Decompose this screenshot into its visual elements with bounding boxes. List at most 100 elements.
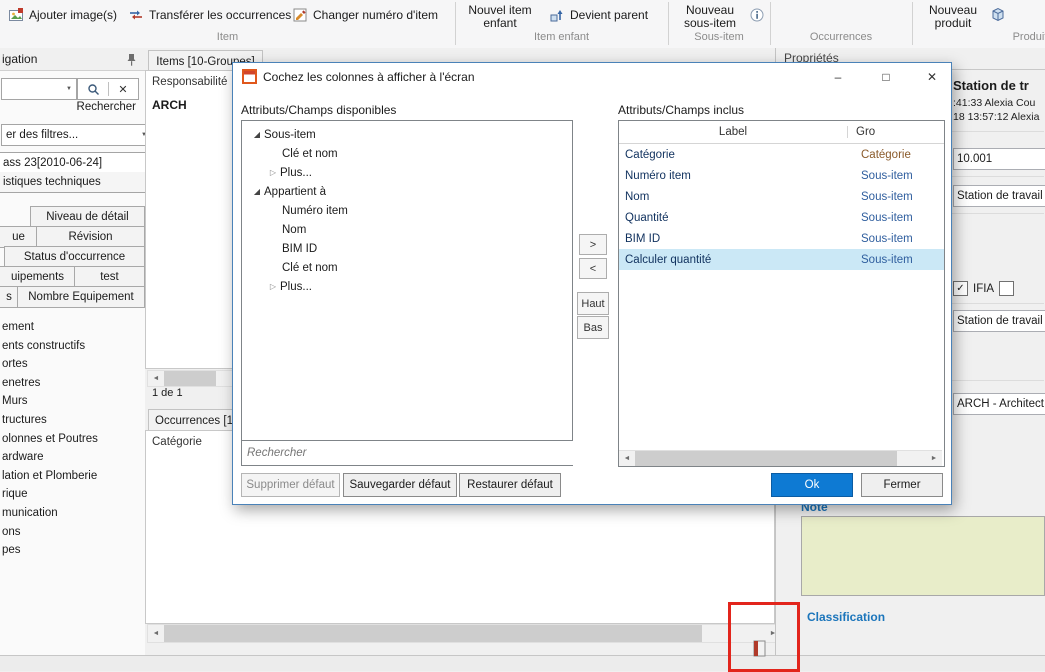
tab-test[interactable]: test (74, 266, 145, 288)
product-icon[interactable] (990, 6, 1006, 22)
note-textarea[interactable] (801, 516, 1045, 596)
category-item[interactable]: rique (0, 485, 143, 504)
scrollbar-thumb[interactable] (164, 371, 216, 386)
tree-node-cle-et-nom-2[interactable]: Clé et nom (242, 258, 572, 277)
category-item[interactable]: ents constructifs (0, 337, 143, 356)
maximize-icon[interactable]: □ (873, 68, 899, 86)
tab-occurrences[interactable]: Occurrences [1 (148, 409, 240, 431)
category-item[interactable]: ons (0, 523, 143, 542)
category-item[interactable]: pes (0, 541, 143, 560)
unchecked-checkbox[interactable] (999, 281, 1014, 296)
checked-checkbox[interactable]: ✓ (953, 281, 968, 296)
column-header-categorie[interactable]: Catégorie (152, 436, 202, 448)
new-product-button[interactable]: Nouveau produit (920, 2, 986, 32)
close-icon[interactable]: ✕ (919, 68, 945, 86)
toolbar-separator (912, 2, 913, 45)
dialog-titlebar[interactable]: Cochez les colonnes à afficher à l'écran… (233, 63, 949, 90)
category-item[interactable]: lation et Plomberie (0, 467, 143, 486)
tree-expanded-icon[interactable]: ◢ (250, 187, 264, 196)
restore-default-button[interactable]: Restaurer défaut (459, 473, 561, 497)
tab-nombre-equipement[interactable]: Nombre Equipement (17, 286, 145, 308)
category-item[interactable]: enetres (0, 374, 143, 393)
column-header-responsabilite[interactable]: Responsabilité (152, 76, 227, 88)
included-row-bim-id[interactable]: BIM ID Sous-item (619, 228, 944, 249)
tab-equipements[interactable]: uipements (0, 266, 76, 288)
tree-node-bim-id[interactable]: BIM ID (242, 239, 572, 258)
included-row-categorie[interactable]: Catégorie Catégorie (619, 144, 944, 165)
tree-node-sous-item[interactable]: ◢ Sous-item (242, 125, 572, 144)
add-images-button[interactable]: Ajouter image(s) (4, 3, 121, 27)
included-row-calculer-quantite-selected[interactable]: Calculer quantité Sous-item (619, 249, 944, 270)
category-item[interactable]: olonnes et Poutres (0, 430, 143, 449)
tab-status-occurrence[interactable]: Status d'occurrence (4, 246, 145, 268)
chevron-down-icon: ▼ (66, 86, 72, 92)
tree-collapsed-icon[interactable]: ▷ (266, 168, 280, 177)
category-item[interactable]: ardware (0, 448, 143, 467)
tree-node-cle-et-nom[interactable]: Clé et nom (242, 144, 572, 163)
items-horizontal-scrollbar[interactable]: ◄ (147, 370, 245, 387)
scrollbar-thumb[interactable] (635, 451, 897, 466)
category-item[interactable]: munication (0, 504, 143, 523)
tree-node-appartient-a[interactable]: ◢ Appartient à (242, 182, 572, 201)
category-item[interactable]: ortes (0, 355, 143, 374)
column-header-group[interactable]: Gro (848, 126, 875, 138)
becomes-parent-button[interactable]: Devient parent (545, 3, 652, 27)
station-field[interactable]: Station de travail (953, 185, 1045, 207)
save-default-button[interactable]: Sauvegarder défaut (343, 473, 457, 497)
move-right-button[interactable]: > (579, 234, 607, 255)
move-down-button[interactable]: Bas (577, 316, 609, 339)
new-child-item-button[interactable]: Nouvel item enfant (458, 2, 542, 32)
item-number-field[interactable]: 10.001 (953, 148, 1045, 170)
station-field-2[interactable]: Station de travail (953, 310, 1045, 332)
tree-search-field[interactable] (241, 440, 573, 466)
row-label: BIM ID (619, 233, 853, 245)
pin-icon[interactable] (126, 53, 137, 66)
column-header-label[interactable]: Label (619, 126, 848, 138)
class-item[interactable]: ass 23[2010-06-24] (0, 152, 151, 174)
tree-node-numero-item[interactable]: Numéro item (242, 201, 572, 220)
tree-node-nom[interactable]: Nom (242, 220, 572, 239)
tree-node-label: BIM ID (282, 243, 317, 255)
search-icon[interactable] (78, 83, 108, 96)
filter-dropdown[interactable]: er des filtres... ▼ (1, 124, 152, 146)
scroll-left-icon[interactable]: ◄ (619, 451, 635, 466)
ok-button[interactable]: Ok (771, 473, 853, 497)
included-list-scrollbar[interactable]: ◄ ► (619, 450, 942, 466)
scrollbar-thumb[interactable] (164, 625, 702, 642)
tree-node-plus[interactable]: ▷ Plus... (242, 163, 572, 182)
scroll-left-icon[interactable]: ◄ (148, 625, 164, 642)
move-left-button[interactable]: < (579, 258, 607, 279)
info-icon[interactable] (750, 8, 764, 22)
arch-field[interactable]: ARCH - Architect (953, 393, 1045, 415)
search-link[interactable]: Rechercher (0, 101, 136, 113)
navigation-search-combobox[interactable]: ▼ (1, 78, 77, 100)
tree-node-plus-2[interactable]: ▷ Plus... (242, 277, 572, 296)
tab-revision[interactable]: Révision (36, 226, 145, 248)
cell-arch[interactable]: ARCH (152, 98, 187, 112)
tab-niveau-de-detail[interactable]: Niveau de détail (30, 206, 145, 228)
close-button[interactable]: Fermer (861, 473, 943, 497)
separator (951, 380, 1044, 381)
scroll-right-icon[interactable]: ► (926, 451, 942, 466)
tree-search-input[interactable] (242, 441, 582, 465)
minimize-icon[interactable]: – (825, 68, 851, 86)
scroll-left-icon[interactable]: ◄ (148, 371, 164, 386)
category-item[interactable]: ement (0, 318, 143, 337)
clear-icon[interactable]: ✕ (109, 83, 137, 96)
transfer-occurrences-button[interactable]: Transférer les occurrences (124, 3, 295, 27)
new-subitem-button[interactable]: Nouveau sous-item (672, 2, 748, 32)
included-row-numero-item[interactable]: Numéro item Sous-item (619, 165, 944, 186)
stats-tab[interactable]: istiques techniques (0, 172, 151, 193)
category-item[interactable]: tructures (0, 411, 143, 430)
bottom-horizontal-scrollbar[interactable]: ◄ ► (147, 624, 782, 643)
included-row-quantite[interactable]: Quantité Sous-item (619, 207, 944, 228)
navigation-sidebar: igation ▼ ✕ Rechercher er des filtres...… (0, 48, 146, 655)
move-up-button[interactable]: Haut (577, 292, 609, 315)
tree-collapsed-icon[interactable]: ▷ (266, 282, 280, 291)
tab-ue[interactable]: ue (0, 226, 38, 248)
category-item[interactable]: Murs (0, 392, 143, 411)
row-group: Sous-item (853, 254, 944, 266)
included-row-nom[interactable]: Nom Sous-item (619, 186, 944, 207)
change-item-number-button[interactable]: Changer numéro d'item (288, 3, 442, 27)
tree-expanded-icon[interactable]: ◢ (250, 130, 264, 139)
